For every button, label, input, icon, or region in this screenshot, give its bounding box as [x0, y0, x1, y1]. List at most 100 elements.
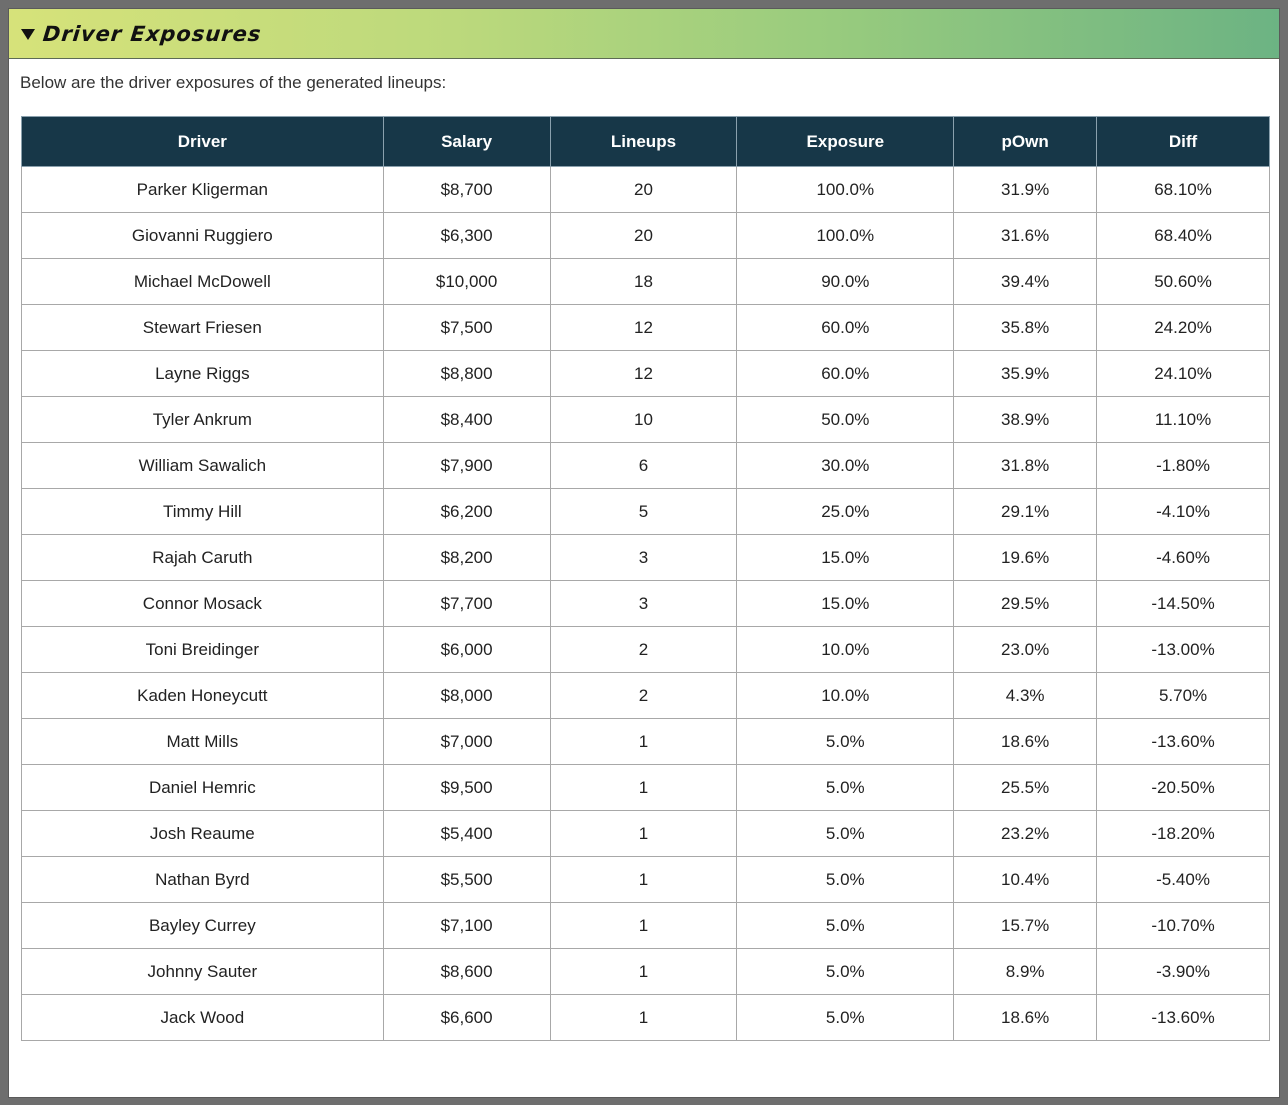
lineups-cell: 6 — [549, 442, 738, 489]
table-body: Parker Kligerman $8,700 20 100.0% 31.9% 68.10… — [21, 166, 1270, 1041]
column-header-driver[interactable]: Driver — [21, 116, 384, 167]
table-row: Stewart Friesen $7,500 12 60.0% 35.8% 24.20% — [21, 304, 1270, 351]
pown-cell: 39.4% — [953, 258, 1098, 305]
lineups-cell: 5 — [549, 488, 738, 535]
exposure-cell: 5.0% — [736, 994, 955, 1041]
lineups-cell: 1 — [549, 856, 738, 903]
diff-cell: -1.80% — [1096, 442, 1270, 489]
table-row: Timmy Hill $6,200 5 25.0% 29.1% -4.10% — [21, 488, 1270, 535]
pown-cell: 19.6% — [953, 534, 1098, 581]
driver-cell: Kaden Honeycutt — [21, 672, 384, 719]
lineups-cell: 12 — [549, 304, 738, 351]
salary-cell: $8,000 — [382, 672, 551, 719]
lineups-cell: 3 — [549, 580, 738, 627]
table-row: Toni Breidinger $6,000 2 10.0% 23.0% -13.00% — [21, 626, 1270, 673]
panel-title: Driver Exposures — [41, 21, 263, 46]
driver-cell: Toni Breidinger — [21, 626, 384, 673]
pown-cell: 31.8% — [953, 442, 1098, 489]
lineups-cell: 1 — [549, 810, 738, 857]
diff-cell: -4.60% — [1096, 534, 1270, 581]
diff-cell: -4.10% — [1096, 488, 1270, 535]
lineups-cell: 20 — [549, 212, 738, 259]
table-row: Josh Reaume $5,400 1 5.0% 23.2% -18.20% — [21, 810, 1270, 857]
driver-exposures-panel: Driver Exposures Below are the driver ex… — [8, 8, 1280, 1098]
salary-cell: $6,600 — [382, 994, 551, 1041]
exposure-cell: 5.0% — [736, 856, 955, 903]
table-row: Kaden Honeycutt $8,000 2 10.0% 4.3% 5.70% — [21, 672, 1270, 719]
driver-cell: Jack Wood — [21, 994, 384, 1041]
salary-cell: $7,700 — [382, 580, 551, 627]
driver-cell: Nathan Byrd — [21, 856, 384, 903]
salary-cell: $7,100 — [382, 902, 551, 949]
salary-cell: $8,700 — [382, 166, 551, 213]
diff-cell: -3.90% — [1096, 948, 1270, 995]
lineups-cell: 10 — [549, 396, 738, 443]
lineups-cell: 2 — [549, 626, 738, 673]
column-header-exposure[interactable]: Exposure — [736, 116, 955, 167]
lineups-cell: 1 — [549, 948, 738, 995]
salary-cell: $5,400 — [382, 810, 551, 857]
salary-cell: $8,600 — [382, 948, 551, 995]
exposure-cell: 30.0% — [736, 442, 955, 489]
table-row: Connor Mosack $7,700 3 15.0% 29.5% -14.50% — [21, 580, 1270, 627]
table-row: Parker Kligerman $8,700 20 100.0% 31.9% 68.10… — [21, 166, 1270, 213]
pown-cell: 31.6% — [953, 212, 1098, 259]
driver-cell: Parker Kligerman — [21, 166, 384, 213]
driver-cell: Michael McDowell — [21, 258, 384, 305]
salary-cell: $7,500 — [382, 304, 551, 351]
lineups-cell: 12 — [549, 350, 738, 397]
lineups-cell: 1 — [549, 902, 738, 949]
salary-cell: $9,500 — [382, 764, 551, 811]
salary-cell: $8,400 — [382, 396, 551, 443]
exposure-cell: 60.0% — [736, 304, 955, 351]
exposure-cell: 100.0% — [736, 166, 955, 213]
exposure-cell: 90.0% — [736, 258, 955, 305]
diff-cell: 50.60% — [1096, 258, 1270, 305]
lineups-cell: 1 — [549, 764, 738, 811]
pown-cell: 38.9% — [953, 396, 1098, 443]
exposure-cell: 5.0% — [736, 902, 955, 949]
lineups-cell: 2 — [549, 672, 738, 719]
salary-cell: $10,000 — [382, 258, 551, 305]
driver-cell: Connor Mosack — [21, 580, 384, 627]
diff-cell: -14.50% — [1096, 580, 1270, 627]
diff-cell: 24.10% — [1096, 350, 1270, 397]
diff-cell: 5.70% — [1096, 672, 1270, 719]
table-row: Daniel Hemric $9,500 1 5.0% 25.5% -20.50% — [21, 764, 1270, 811]
salary-cell: $6,200 — [382, 488, 551, 535]
table-row: Giovanni Ruggiero $6,300 20 100.0% 31.6% 68.4… — [21, 212, 1270, 259]
diff-cell: -13.60% — [1096, 718, 1270, 765]
column-header-diff[interactable]: Diff — [1096, 116, 1270, 167]
table-row: Layne Riggs $8,800 12 60.0% 35.9% 24.10% — [21, 350, 1270, 397]
column-header-pown[interactable]: pOwn — [953, 116, 1098, 167]
driver-cell: Stewart Friesen — [21, 304, 384, 351]
table-row: Matt Mills $7,000 1 5.0% 18.6% -13.60% — [21, 718, 1270, 765]
diff-cell: 68.40% — [1096, 212, 1270, 259]
pown-cell: 31.9% — [953, 166, 1098, 213]
exposure-cell: 5.0% — [736, 810, 955, 857]
table-row: Jack Wood $6,600 1 5.0% 18.6% -13.60% — [21, 994, 1270, 1041]
diff-cell: 24.20% — [1096, 304, 1270, 351]
column-header-salary[interactable]: Salary — [382, 116, 551, 167]
table-row: Johnny Sauter $8,600 1 5.0% 8.9% -3.90% — [21, 948, 1270, 995]
diff-cell: 68.10% — [1096, 166, 1270, 213]
lineups-cell: 3 — [549, 534, 738, 581]
diff-cell: -5.40% — [1096, 856, 1270, 903]
lineups-cell: 1 — [549, 994, 738, 1041]
driver-cell: Giovanni Ruggiero — [21, 212, 384, 259]
lineups-cell: 20 — [549, 166, 738, 213]
column-header-lineups[interactable]: Lineups — [549, 116, 738, 167]
table-row: Tyler Ankrum $8,400 10 50.0% 38.9% 11.10% — [21, 396, 1270, 443]
exposure-cell: 25.0% — [736, 488, 955, 535]
driver-cell: Johnny Sauter — [21, 948, 384, 995]
pown-cell: 15.7% — [953, 902, 1098, 949]
pown-cell: 25.5% — [953, 764, 1098, 811]
exposure-cell: 60.0% — [736, 350, 955, 397]
driver-cell: Layne Riggs — [21, 350, 384, 397]
panel-header-toggle[interactable]: Driver Exposures — [9, 9, 1279, 59]
pown-cell: 29.1% — [953, 488, 1098, 535]
pown-cell: 8.9% — [953, 948, 1098, 995]
exposure-cell: 100.0% — [736, 212, 955, 259]
caret-down-icon[interactable] — [21, 29, 35, 40]
driver-cell: Timmy Hill — [21, 488, 384, 535]
